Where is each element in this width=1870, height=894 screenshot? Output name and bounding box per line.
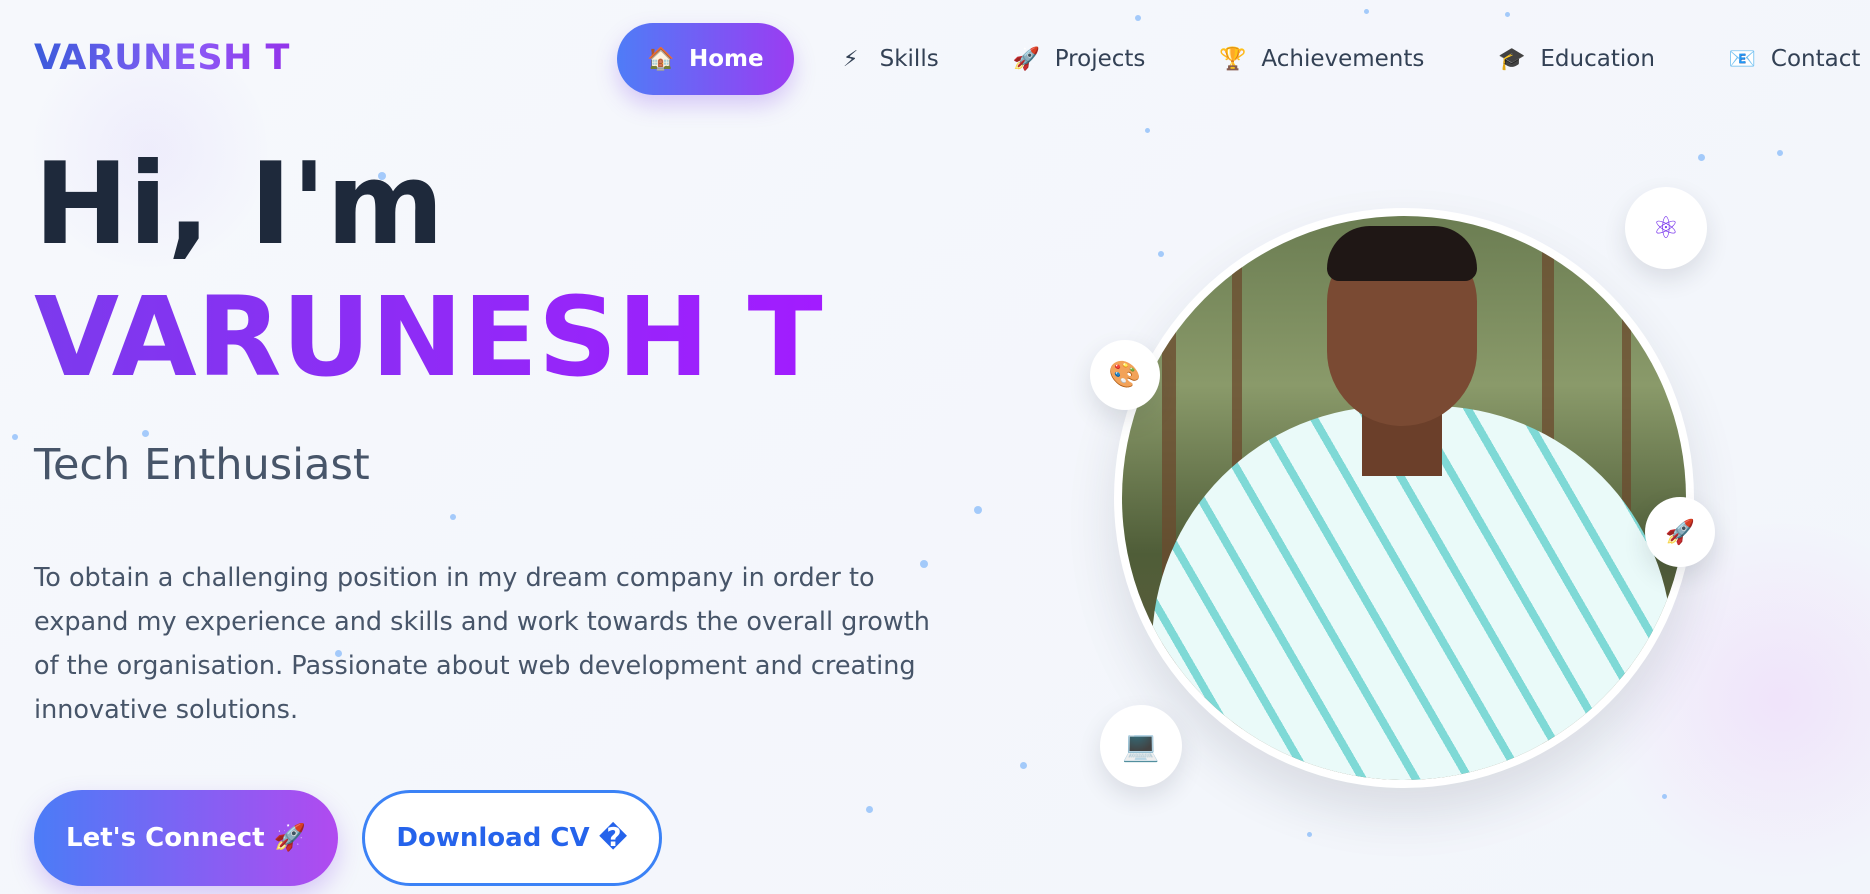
hero-greeting: Hi, I'm [34, 138, 444, 270]
nav-item-label: Achievements [1261, 46, 1425, 72]
hero-name: VARUNESH T [34, 273, 823, 401]
rocket-icon: 🚀 [1012, 46, 1041, 72]
particle-dot [1307, 832, 1312, 837]
nav-item-label: Contact [1770, 46, 1861, 72]
lets-connect-button[interactable]: Let's Connect 🚀 [34, 790, 338, 886]
particle-dot [1135, 15, 1141, 21]
particle-dot [12, 434, 18, 440]
nav-item-achievements[interactable]: 🏆 Achievements [1189, 23, 1454, 95]
download-cv-button[interactable]: Download CV � [362, 790, 662, 886]
nav-item-label: Education [1540, 46, 1655, 72]
particle-dot [1777, 150, 1783, 156]
main-nav: 🏠 Home ⚡ Skills 🚀 Projects 🏆 Achievement… [617, 22, 1870, 96]
particle-dot [142, 430, 149, 437]
nav-item-education[interactable]: 🎓 Education [1468, 23, 1685, 95]
envelope-icon: 📧 [1728, 46, 1757, 72]
hero-role: Tech Enthusiast [34, 440, 370, 490]
trophy-icon: 🏆 [1219, 46, 1247, 72]
particle-dot [1364, 9, 1369, 14]
particle-dot [1662, 794, 1667, 799]
particle-dot [1020, 762, 1027, 769]
particle-dot [974, 506, 982, 514]
react-atom-icon: ⚛ [1625, 187, 1707, 269]
palette-icon: 🎨 [1090, 340, 1160, 410]
rocket-icon: 🚀 [1645, 497, 1715, 567]
nav-item-contact[interactable]: 📧 Contact [1699, 23, 1870, 95]
nav-item-skills[interactable]: ⚡ Skills [808, 23, 969, 95]
hero-bio: To obtain a challenging position in my d… [34, 563, 930, 725]
particle-dot [866, 806, 873, 813]
nav-item-label: Home [689, 46, 764, 72]
nav-item-label: Projects [1054, 46, 1146, 72]
profile-photo [1122, 216, 1686, 780]
nav-item-home[interactable]: 🏠 Home [617, 23, 794, 95]
laptop-icon: 💻 [1100, 705, 1182, 787]
graduation-cap-icon: 🎓 [1498, 46, 1526, 72]
particle-dot [1505, 12, 1510, 17]
particle-dot [450, 514, 456, 520]
brand-logo[interactable]: VARUNESH T [34, 38, 290, 78]
particle-dot [1145, 128, 1150, 133]
lightning-icon: ⚡ [842, 46, 859, 72]
nav-item-projects[interactable]: 🚀 Projects [983, 23, 1176, 95]
home-icon: 🏠 [647, 46, 675, 72]
nav-item-label: Skills [879, 46, 939, 72]
particle-dot [1698, 154, 1705, 161]
